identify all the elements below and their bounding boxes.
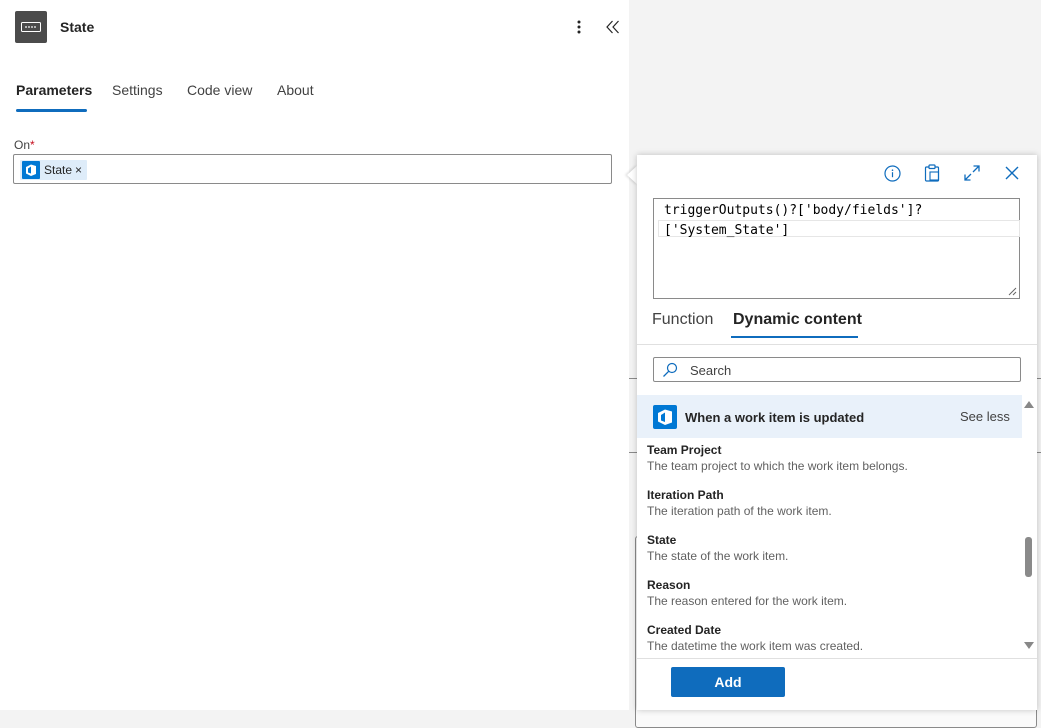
expression-text: triggerOutputs()?['body/fields']? ['Syste… xyxy=(664,201,1016,241)
required-indicator: * xyxy=(30,138,35,152)
list-item[interactable]: Reason The reason entered for the work i… xyxy=(647,575,1017,615)
expand-icon xyxy=(964,165,980,181)
textbox-icon xyxy=(15,11,47,43)
panel-title: State xyxy=(60,19,95,35)
list-item[interactable]: Created Date The datetime the work item … xyxy=(647,620,1017,657)
active-tab-indicator xyxy=(16,109,87,112)
tab-settings[interactable]: Settings xyxy=(112,82,163,98)
active-tab-indicator xyxy=(731,336,858,338)
list-item[interactable]: Iteration Path The iteration path of the… xyxy=(647,485,1017,525)
dynamic-content-popup: triggerOutputs()?['body/fields']? ['Syste… xyxy=(637,155,1037,710)
list-scrollbar[interactable] xyxy=(1023,399,1035,651)
expression-line: ['System_State'] xyxy=(664,223,790,238)
clipboard-button[interactable] xyxy=(921,162,943,184)
action-details-panel: State Parameters Settings Code view Abou… xyxy=(0,0,629,710)
azure-devops-icon xyxy=(22,161,40,179)
list-item-description: The team project to which the work item … xyxy=(647,459,908,473)
list-item[interactable]: Team Project The team project to which t… xyxy=(647,440,1017,480)
tab-function[interactable]: Function xyxy=(652,311,713,329)
group-title: When a work item is updated xyxy=(685,410,865,425)
list-item-description: The reason entered for the work item. xyxy=(647,594,848,608)
search-box[interactable] xyxy=(653,357,1021,382)
on-field-label: On* xyxy=(14,138,35,152)
double-chevron-left-icon xyxy=(606,20,619,34)
search-icon xyxy=(663,362,678,377)
expression-editor[interactable]: triggerOutputs()?['body/fields']? ['Syste… xyxy=(653,198,1020,299)
list-item-description: The iteration path of the work item. xyxy=(647,504,832,518)
scroll-down-arrow-icon[interactable] xyxy=(1024,642,1034,649)
tab-parameters[interactable]: Parameters xyxy=(16,82,92,98)
add-button[interactable]: Add xyxy=(671,667,785,697)
dynamic-content-list: When a work item is updated See less Tea… xyxy=(637,395,1037,657)
panel-header: State xyxy=(15,11,625,43)
more-options-button[interactable] xyxy=(571,15,587,39)
close-icon xyxy=(1005,166,1019,180)
divider xyxy=(637,658,1037,659)
search-input[interactable] xyxy=(690,361,1010,379)
clipboard-icon xyxy=(924,164,940,182)
list-item-description: The datetime the work item was created. xyxy=(647,639,864,653)
tab-about[interactable]: About xyxy=(277,82,314,98)
azure-devops-icon xyxy=(653,405,677,429)
token-label: State xyxy=(44,163,73,177)
list-item-title: Iteration Path xyxy=(647,488,724,502)
group-header: When a work item is updated See less xyxy=(637,395,1022,438)
expression-line: triggerOutputs()?['body/fields']? xyxy=(664,203,923,218)
tab-dynamic-content[interactable]: Dynamic content xyxy=(733,311,862,329)
divider xyxy=(637,344,1037,345)
state-token[interactable]: State × xyxy=(20,160,88,180)
on-field-label-text: On xyxy=(14,138,31,152)
list-item-title: Created Date xyxy=(647,623,722,637)
more-vertical-icon xyxy=(577,20,581,34)
collapse-panel-button[interactable] xyxy=(603,15,623,39)
resize-handle-icon[interactable] xyxy=(1008,287,1017,296)
list-item-title: Reason xyxy=(647,578,691,592)
list-item-title: Team Project xyxy=(647,443,722,457)
list-item-title: State xyxy=(647,533,677,547)
tab-code-view[interactable]: Code view xyxy=(187,82,252,98)
expand-button[interactable] xyxy=(961,162,983,184)
scroll-thumb[interactable] xyxy=(1025,537,1032,577)
close-button[interactable] xyxy=(1001,162,1023,184)
info-button[interactable] xyxy=(881,162,903,184)
list-item[interactable]: State The state of the work item. xyxy=(647,530,1017,570)
list-item-description: The state of the work item. xyxy=(647,549,789,563)
on-input-field[interactable]: State × xyxy=(13,154,612,184)
see-less-link[interactable]: See less xyxy=(960,409,1010,424)
scroll-up-arrow-icon[interactable] xyxy=(1024,401,1034,408)
info-icon xyxy=(883,164,901,182)
token-remove-button[interactable]: × xyxy=(75,163,82,177)
